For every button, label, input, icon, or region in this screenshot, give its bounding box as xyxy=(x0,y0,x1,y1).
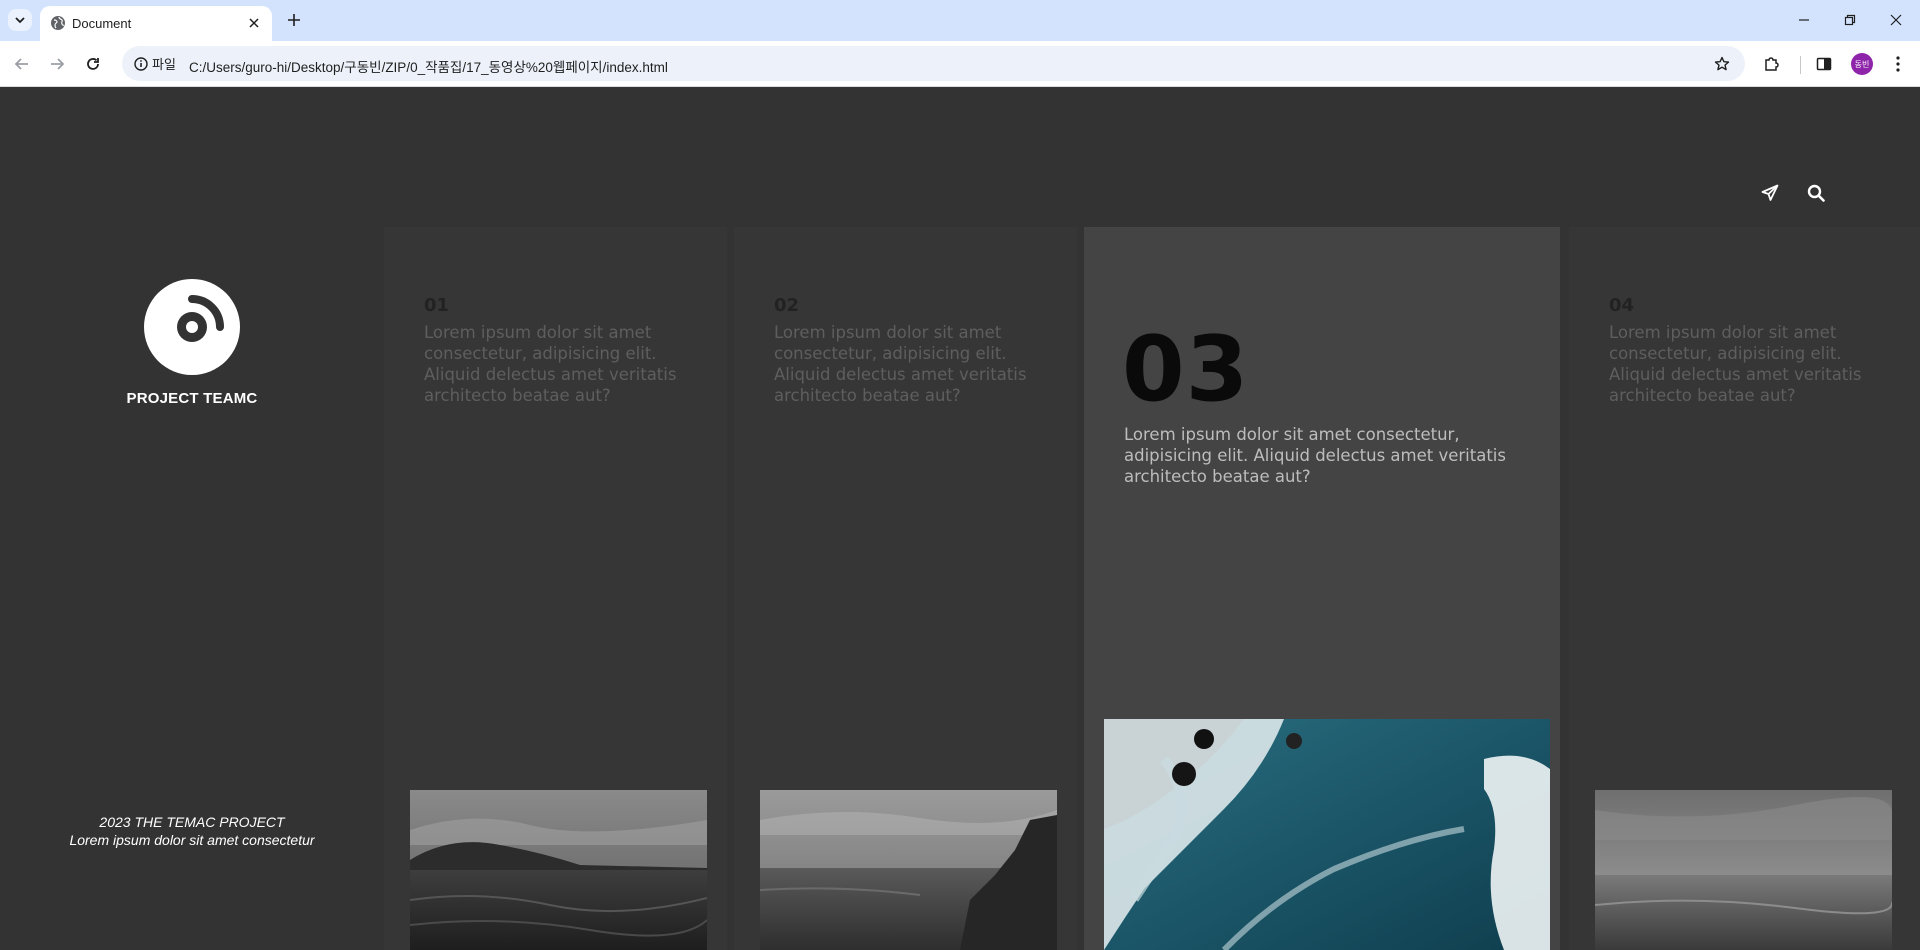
panel-number: 01 xyxy=(424,295,450,316)
panel-text: Lorem ipsum dolor sit amet consectetur, … xyxy=(424,323,677,405)
minimize-button[interactable] xyxy=(1792,8,1816,32)
minimize-icon xyxy=(1799,19,1809,21)
content-panel-04[interactable]: 04 Lorem ipsum dolor sit amet consectetu… xyxy=(1569,227,1920,950)
puzzle-icon xyxy=(1765,57,1779,71)
plus-icon xyxy=(288,14,300,26)
panel-text: Lorem ipsum dolor sit amet consectetur, … xyxy=(1609,323,1862,405)
chevron-down-icon xyxy=(15,17,25,24)
search-icon[interactable] xyxy=(1805,182,1827,204)
footer-note: 2023 THE TEMAC PROJECT Lorem ipsum dolor… xyxy=(0,813,384,849)
tab-list-button[interactable] xyxy=(8,9,32,31)
arrow-right-icon xyxy=(51,58,65,70)
footer-line-1: 2023 THE TEMAC PROJECT xyxy=(99,814,285,830)
panel-number: 04 xyxy=(1609,295,1635,316)
url-text[interactable]: C:/Users/guro-hi/Desktop/구동빈/ZIP/0_작품집/1… xyxy=(189,56,668,76)
browser-toolbar: 파일 C:/Users/guro-hi/Desktop/구동빈/ZIP/0_작품… xyxy=(0,41,1920,87)
forward-button[interactable] xyxy=(44,51,70,77)
content-panel-03[interactable]: 03 Lorem ipsum dolor sit amet consectetu… xyxy=(1084,227,1560,950)
close-tab-icon[interactable] xyxy=(246,15,262,31)
panel-image xyxy=(410,790,707,950)
panel-text: Lorem ipsum dolor sit amet consectetur, … xyxy=(1124,425,1506,486)
browser-tab[interactable]: Document xyxy=(40,6,272,41)
reload-button[interactable] xyxy=(80,51,106,77)
restore-button[interactable] xyxy=(1838,8,1862,32)
menu-button[interactable] xyxy=(1886,52,1910,76)
site-info-chip[interactable]: 파일 xyxy=(128,51,184,76)
globe-icon xyxy=(50,15,66,31)
close-window-button[interactable] xyxy=(1884,8,1908,32)
panel-image xyxy=(1104,719,1550,950)
panel-number: 02 xyxy=(774,295,800,316)
content-panel-01[interactable]: 01 Lorem ipsum dolor sit amet consectetu… xyxy=(384,227,727,950)
back-button[interactable] xyxy=(9,51,35,77)
extensions-button[interactable] xyxy=(1760,52,1784,76)
panel-text: Lorem ipsum dolor sit amet consectetur, … xyxy=(774,323,1027,405)
page-content: PROJECT TEAMC 2023 THE TEMAC PROJECT Lor… xyxy=(0,87,1920,950)
toolbar-divider xyxy=(1800,56,1801,74)
address-bar[interactable]: 파일 C:/Users/guro-hi/Desktop/구동빈/ZIP/0_작품… xyxy=(122,46,1745,81)
brand-name[interactable]: PROJECT TEAMC xyxy=(0,390,384,407)
restore-icon xyxy=(1844,14,1856,26)
footer-line-2: Lorem ipsum dolor sit amet consectetur xyxy=(69,832,315,848)
reload-icon xyxy=(87,58,99,70)
record-disc-icon[interactable] xyxy=(144,279,240,375)
close-icon xyxy=(1890,14,1902,26)
side-panel-icon xyxy=(1816,57,1832,71)
star-icon xyxy=(1714,56,1730,71)
side-panel-button[interactable] xyxy=(1812,52,1836,76)
tab-title: Document xyxy=(72,16,132,31)
paper-plane-icon[interactable] xyxy=(1759,182,1781,204)
new-tab-button[interactable] xyxy=(283,9,305,31)
panel-number: 03 xyxy=(1122,317,1250,422)
panel-image xyxy=(1595,790,1892,950)
more-vert-icon xyxy=(1896,56,1900,72)
panel-image xyxy=(760,790,1057,950)
site-chip-label: 파일 xyxy=(152,57,176,72)
arrow-left-icon xyxy=(14,58,28,70)
browser-tab-bar: Document xyxy=(0,0,1920,41)
bookmark-button[interactable] xyxy=(1711,53,1733,75)
brand: PROJECT TEAMC xyxy=(0,279,384,407)
content-panel-02[interactable]: 02 Lorem ipsum dolor sit amet consectetu… xyxy=(734,227,1077,950)
profile-avatar[interactable]: 동빈 xyxy=(1851,53,1873,75)
info-icon xyxy=(134,56,148,71)
